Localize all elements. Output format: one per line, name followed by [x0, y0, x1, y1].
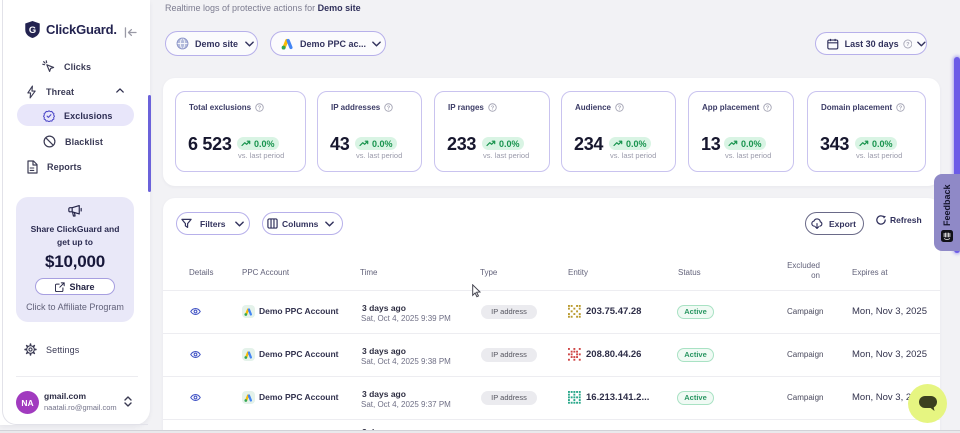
- svg-text:?: ?: [766, 105, 770, 111]
- svg-text:?: ?: [258, 105, 262, 111]
- svg-text:G: G: [29, 25, 36, 35]
- svg-text:?: ?: [899, 105, 903, 111]
- svg-text:?: ?: [491, 105, 495, 111]
- svg-text:?: ?: [618, 105, 622, 111]
- svg-text:?: ?: [387, 105, 391, 111]
- svg-text:?: ?: [906, 41, 910, 47]
